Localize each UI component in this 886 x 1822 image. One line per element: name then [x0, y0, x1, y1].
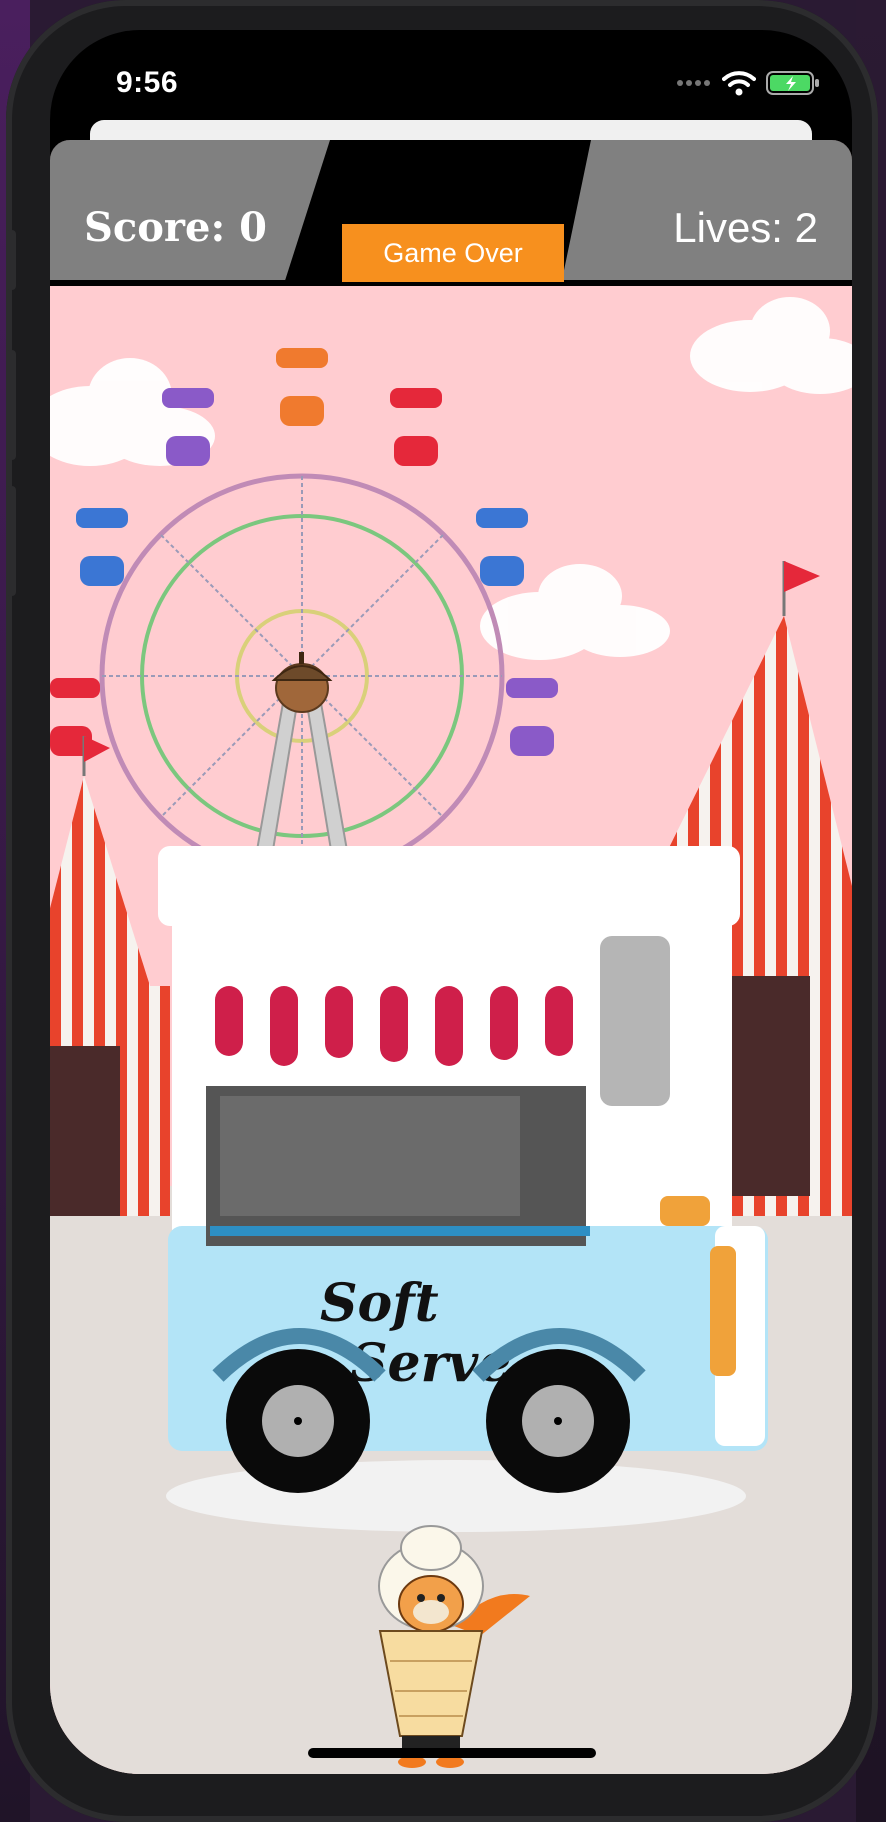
- score-label: Score: 0: [84, 204, 267, 251]
- ice-cream-truck: Soft Serve: [158, 846, 768, 1532]
- phone-screen: 9:56 Score: 0 Lives: 2 Game Over Soft Se…: [50, 30, 852, 1774]
- status-time: 9:56: [116, 66, 179, 99]
- game-view[interactable]: Score: 0 Lives: 2 Game Over Soft Serve: [50, 140, 852, 1774]
- mute-switch: [6, 230, 16, 290]
- volume-down-button: [6, 486, 16, 596]
- wifi-icon: [722, 71, 756, 96]
- signal-dots-icon: [677, 80, 710, 86]
- notch: [230, 30, 676, 98]
- volume-up-button: [6, 350, 16, 460]
- game-scene: Soft Serve: [50, 286, 852, 1774]
- phone-frame: 9:56 Score: 0 Lives: 2 Game Over Soft Se…: [6, 0, 878, 1822]
- battery-charging-icon: [766, 71, 819, 95]
- truck-sign-soft: Soft: [320, 1273, 439, 1334]
- truck-wheel-right: [486, 1349, 630, 1493]
- hud-bar: Score: 0 Lives: 2 Game Over: [50, 140, 852, 286]
- lives-label: Lives: 2: [673, 204, 818, 251]
- status-icons: [676, 70, 820, 96]
- truck-wheel-left: [226, 1349, 370, 1493]
- home-indicator[interactable]: [308, 1748, 596, 1758]
- game-over-button[interactable]: Game Over: [342, 224, 564, 282]
